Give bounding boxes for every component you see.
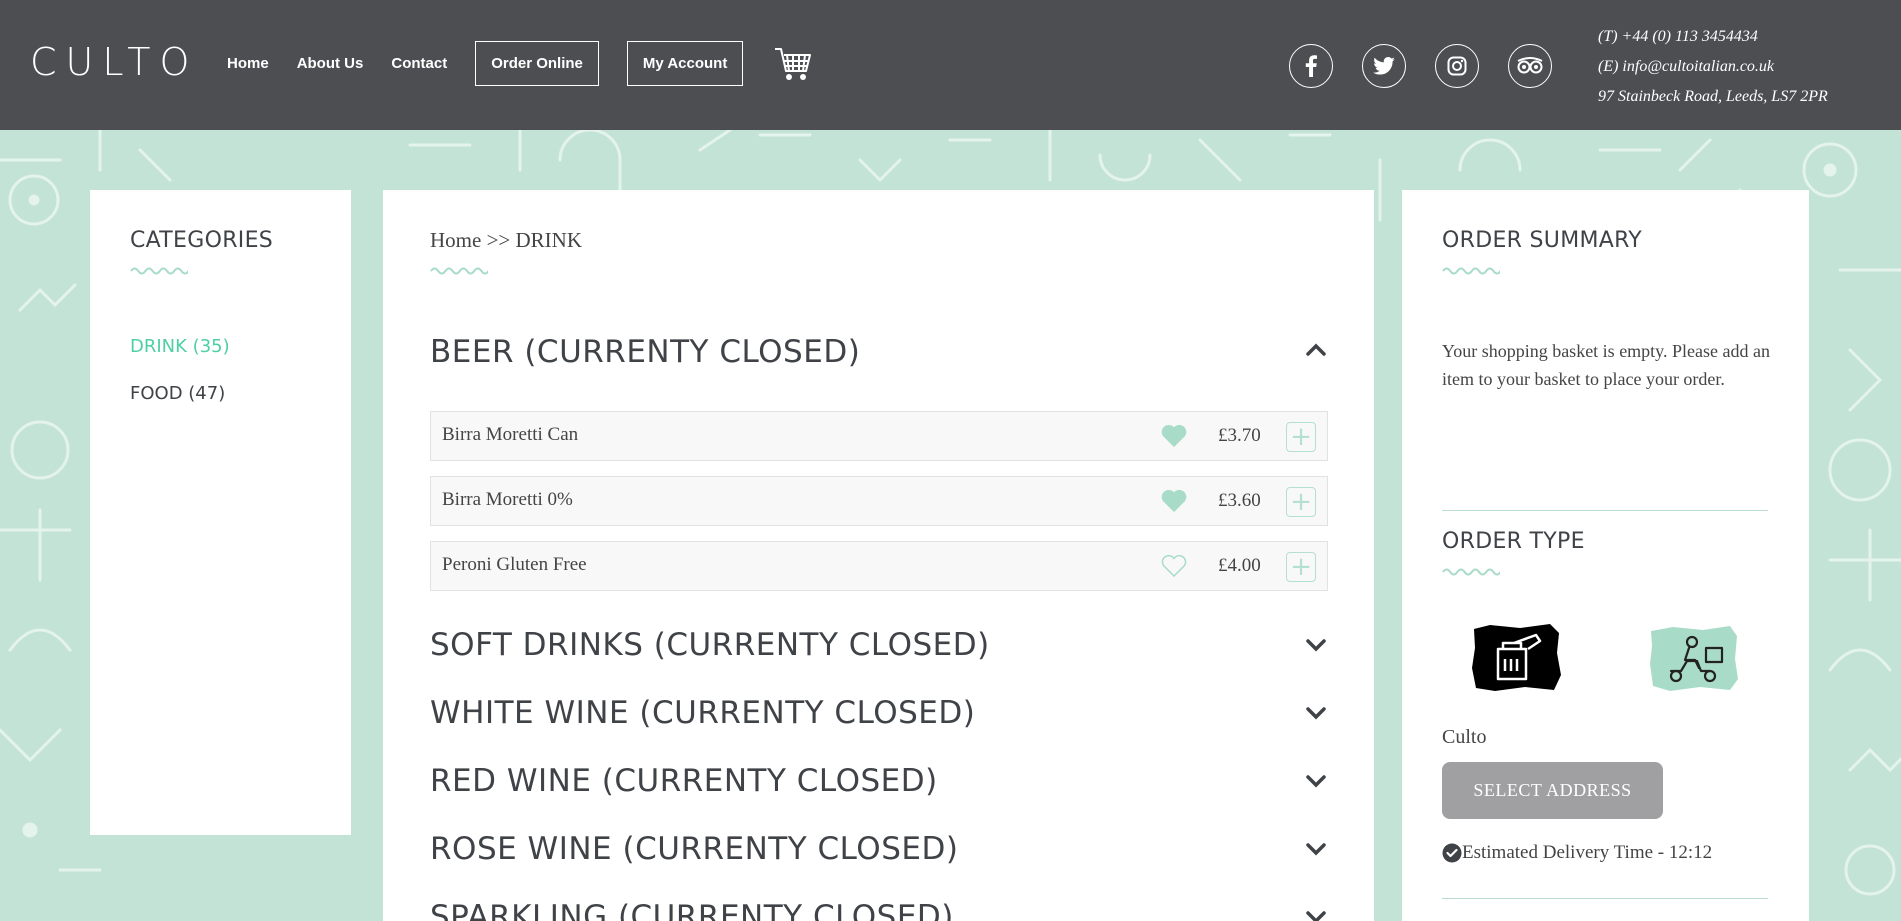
- item-name: Peroni Gluten Free: [442, 554, 587, 575]
- categories-panel: CATEGORIES DRINK (35) FOOD (47): [90, 190, 351, 835]
- item-price: £3.70: [1218, 425, 1261, 446]
- contact-phone[interactable]: (T) +44 (0) 113 3454434: [1598, 22, 1828, 52]
- categories-heading: CATEGORIES: [130, 228, 274, 253]
- chevron-down-icon[interactable]: [1305, 910, 1327, 921]
- menu-panel: Home >> DRINK BEER (CURRENTY CLOSED) Bir…: [383, 190, 1374, 921]
- divider: [1442, 898, 1768, 899]
- delivery-icon[interactable]: [1648, 624, 1740, 692]
- add-item-button[interactable]: +: [1286, 422, 1316, 452]
- menu-item-row[interactable]: Birra Moretti 0% £3.60 +: [430, 476, 1328, 526]
- item-name: Birra Moretti 0%: [442, 489, 573, 510]
- squiggle-divider: [430, 267, 488, 275]
- menu-item-row[interactable]: Peroni Gluten Free £4.00 +: [430, 541, 1328, 591]
- contact-info: (T) +44 (0) 113 3454434 (E) info@cultoit…: [1598, 22, 1828, 112]
- my-account-button[interactable]: My Account: [626, 40, 744, 86]
- heart-outline-icon[interactable]: [1161, 555, 1187, 577]
- cart-icon[interactable]: [773, 43, 813, 83]
- nav-about-us[interactable]: About Us: [297, 55, 364, 72]
- section-title-red-wine[interactable]: RED WINE (CURRENTY CLOSED): [430, 763, 938, 799]
- squiggle-divider: [130, 267, 188, 275]
- section-title-beer[interactable]: BEER (CURRENTY CLOSED): [430, 334, 860, 370]
- main-nav: Home About Us Contact Order Online My Ac…: [227, 40, 813, 86]
- estimated-time-row: Estimated Delivery Time - 12:12: [1442, 842, 1712, 864]
- divider: [1442, 510, 1768, 511]
- breadcrumb[interactable]: Home >> DRINK: [430, 228, 582, 253]
- squiggle-divider: [1442, 568, 1500, 576]
- add-item-button[interactable]: +: [1286, 552, 1316, 582]
- contact-address: 97 Stainbeck Road, Leeds, LS7 2PR: [1598, 88, 1828, 105]
- nav-home[interactable]: Home: [227, 55, 269, 72]
- heart-filled-icon[interactable]: [1161, 425, 1187, 447]
- chevron-down-icon[interactable]: [1305, 706, 1327, 720]
- squiggle-divider: [1442, 267, 1500, 275]
- empty-basket-message: Your shopping basket is empty. Please ad…: [1442, 341, 1770, 389]
- heart-filled-icon[interactable]: [1161, 490, 1187, 512]
- category-food[interactable]: FOOD (47): [130, 383, 230, 404]
- order-online-button[interactable]: Order Online: [475, 40, 599, 86]
- select-address-button[interactable]: SELECT ADDRESS: [1442, 762, 1663, 819]
- add-item-button[interactable]: +: [1286, 487, 1316, 517]
- estimated-delivery-time: Estimated Delivery Time - 12:12: [1462, 842, 1713, 863]
- order-type-heading: ORDER TYPE: [1442, 529, 1585, 554]
- item-price: £3.60: [1218, 490, 1261, 511]
- site-logo[interactable]: CULTO: [30, 40, 198, 84]
- contact-email[interactable]: (E) info@cultoitalian.co.uk: [1598, 52, 1828, 82]
- category-drink[interactable]: DRINK (35): [130, 336, 230, 357]
- check-circle-icon: [1442, 843, 1462, 863]
- twitter-icon[interactable]: [1362, 44, 1406, 88]
- order-summary-heading: ORDER SUMMARY: [1442, 228, 1643, 253]
- section-title-soft-drinks[interactable]: SOFT DRINKS (CURRENTY CLOSED): [430, 627, 990, 663]
- chevron-down-icon[interactable]: [1305, 774, 1327, 788]
- social-links: [1289, 44, 1581, 88]
- item-price: £4.00: [1218, 555, 1261, 576]
- chevron-down-icon[interactable]: [1305, 638, 1327, 652]
- item-name: Birra Moretti Can: [442, 424, 579, 445]
- section-title-sparkling[interactable]: SPARKLING (CURRENTY CLOSED): [430, 899, 954, 921]
- tripadvisor-icon[interactable]: [1508, 44, 1552, 88]
- location-name: Culto: [1442, 726, 1487, 748]
- facebook-icon[interactable]: [1289, 44, 1333, 88]
- order-panel: ORDER SUMMARY Your shopping basket is em…: [1402, 190, 1809, 921]
- site-header: CULTO Home About Us Contact Order Online…: [0, 0, 1901, 130]
- collection-icon[interactable]: [1470, 623, 1562, 693]
- chevron-down-icon[interactable]: [1305, 842, 1327, 856]
- nav-contact[interactable]: Contact: [391, 55, 447, 72]
- section-title-white-wine[interactable]: WHITE WINE (CURRENTY CLOSED): [430, 695, 975, 731]
- instagram-icon[interactable]: [1435, 44, 1479, 88]
- section-title-rose-wine[interactable]: ROSE WINE (CURRENTY CLOSED): [430, 831, 958, 867]
- menu-item-row[interactable]: Birra Moretti Can £3.70 +: [430, 411, 1328, 461]
- chevron-up-icon[interactable]: [1305, 343, 1327, 357]
